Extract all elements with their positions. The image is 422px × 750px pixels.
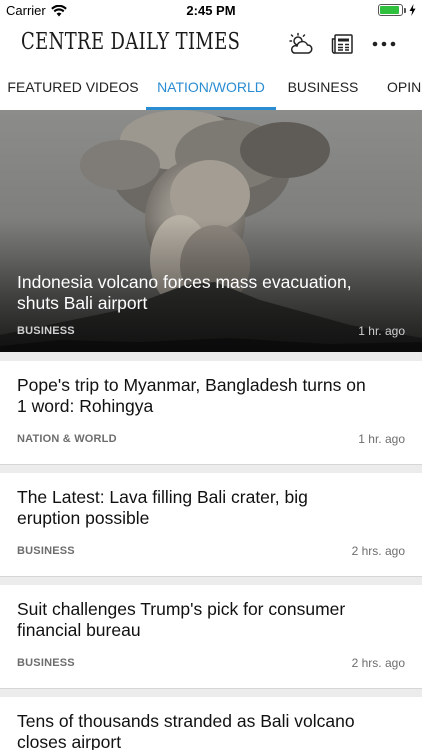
article-headline[interactable]: The Latest: Lava filling Bali crater, bi… (17, 487, 367, 529)
app-header: CENTRE DAILY TIMES (0, 22, 422, 66)
article-headline[interactable]: Pope's trip to Myanmar, Bangladesh turns… (17, 375, 367, 417)
more-icon[interactable] (370, 30, 398, 58)
article-card[interactable]: Tens of thousands stranded as Bali volca… (0, 697, 422, 750)
article-timestamp: 1 hr. ago (358, 432, 405, 446)
article-headline[interactable]: Suit challenges Trump's pick for consume… (17, 599, 367, 641)
weather-icon[interactable] (287, 30, 315, 58)
article-section: BUSINESS (17, 545, 75, 557)
section-tabs: FEATURED VIDEOS NATION/WORLD BUSINESS OP… (0, 66, 422, 110)
hero-timestamp: 1 hr. ago (358, 324, 405, 338)
article-card[interactable]: The Latest: Lava filling Bali crater, bi… (0, 473, 422, 577)
article-card[interactable]: Pope's trip to Myanmar, Bangladesh turns… (0, 361, 422, 465)
battery-tip (404, 7, 406, 13)
status-bar: Carrier 2:45 PM (0, 0, 422, 22)
hero-volcano-image (0, 110, 422, 352)
tab-business[interactable]: BUSINESS (276, 66, 370, 110)
article-timestamp: 2 hrs. ago (351, 656, 405, 670)
article-timestamp: 2 hrs. ago (351, 544, 405, 558)
tab-nation-world[interactable]: NATION/WORLD (146, 66, 276, 110)
hero-headline[interactable]: Indonesia volcano forces mass evacuation… (17, 272, 397, 314)
battery-icon (378, 4, 403, 16)
article-section: NATION & WORLD (17, 433, 117, 445)
epaper-icon[interactable] (329, 30, 357, 58)
status-time: 2:45 PM (186, 3, 236, 18)
charging-bolt-icon (409, 4, 416, 16)
hero-story[interactable]: Indonesia volcano forces mass evacuation… (0, 110, 422, 352)
tab-featured-videos[interactable]: FEATURED VIDEOS (0, 66, 146, 110)
tab-opinion[interactable]: OPINI (387, 66, 422, 110)
app-logo: CENTRE DAILY TIMES (21, 29, 241, 55)
battery-fill (380, 6, 400, 14)
hero-section-label: BUSINESS (17, 325, 75, 337)
battery-indicator (378, 4, 416, 16)
article-card[interactable]: Suit challenges Trump's pick for consume… (0, 585, 422, 689)
article-headline[interactable]: Tens of thousands stranded as Bali volca… (17, 711, 367, 750)
article-section: BUSINESS (17, 657, 75, 669)
